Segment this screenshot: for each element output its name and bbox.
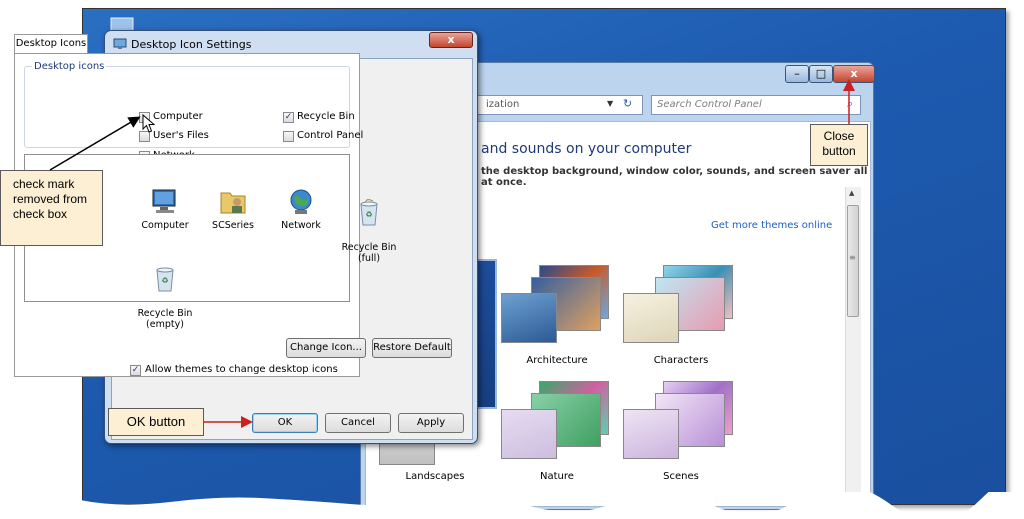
torn-edge [0,492,1024,519]
callout-arrows [49,79,855,428]
arrow-to-computer-checkbox [49,116,141,171]
screenshot: Co Re – □ x ization ▼ ↻ Search Control P… [0,0,1024,519]
